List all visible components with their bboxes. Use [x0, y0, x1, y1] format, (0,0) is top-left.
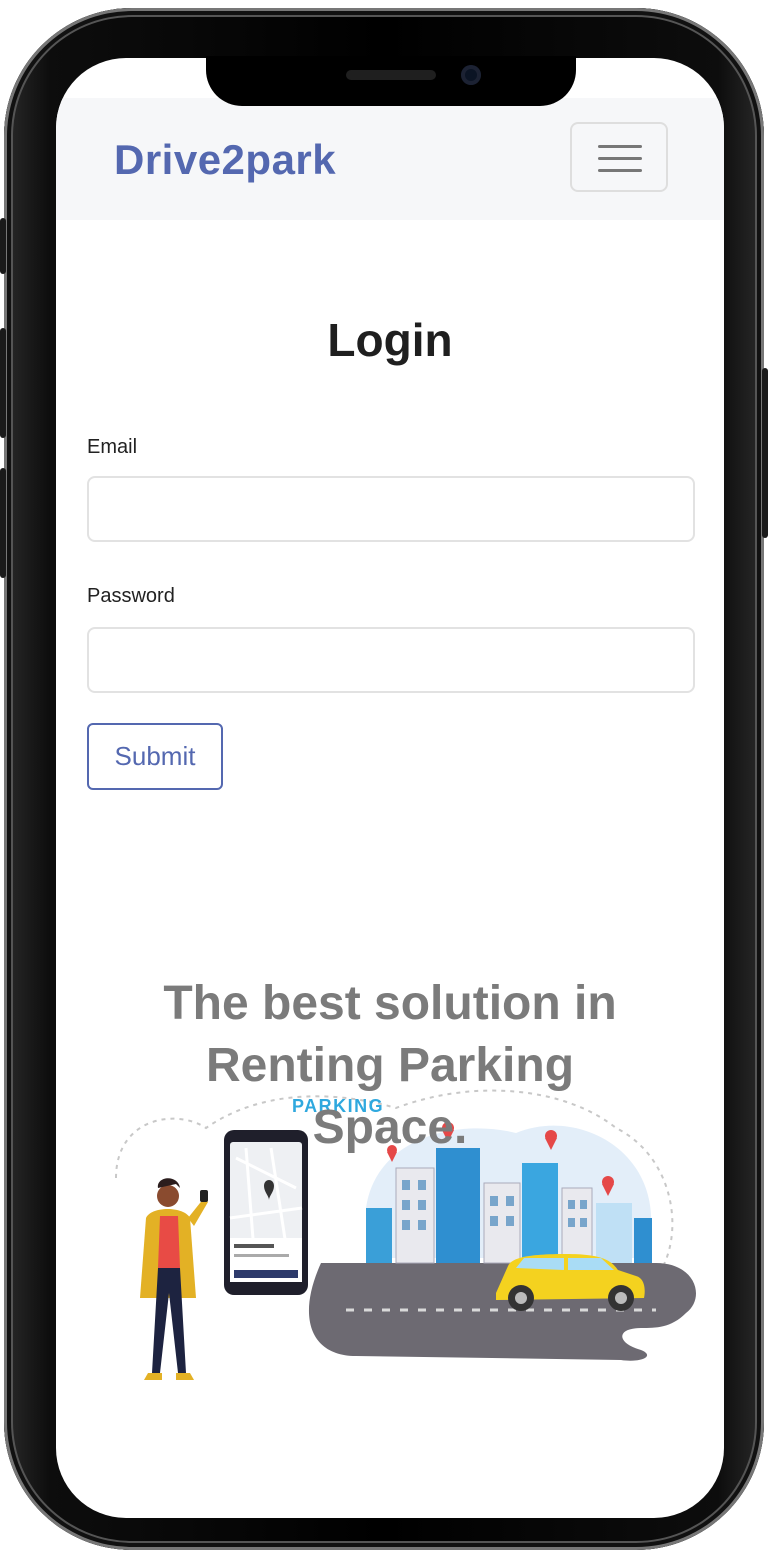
speaker-grille — [346, 70, 436, 80]
password-label: Password — [87, 585, 175, 607]
hamburger-line — [598, 157, 642, 160]
hamburger-line — [598, 169, 642, 172]
volume-up-button — [0, 328, 6, 438]
page-title: Login — [327, 314, 453, 366]
email-label: Email — [87, 436, 138, 458]
hero-tagline: The best solution in Renting Parking Spa… — [163, 977, 617, 1154]
phone-frame: Drive2park Login Email Password Submit P… — [0, 8, 768, 1550]
submit-button[interactable]: Submit — [87, 723, 223, 790]
password-field[interactable] — [87, 627, 695, 693]
navbar: Drive2park — [56, 98, 724, 220]
volume-down-button — [0, 468, 6, 578]
hamburger-menu-button[interactable] — [570, 122, 668, 192]
phone-notch — [206, 56, 576, 106]
power-button — [762, 368, 768, 538]
front-camera-icon — [461, 65, 481, 85]
phone-screen: Drive2park Login Email Password Submit P… — [56, 58, 724, 1518]
email-field[interactable] — [87, 476, 695, 542]
brand-logo[interactable]: Drive2park — [114, 136, 336, 184]
hamburger-menu-icon — [598, 145, 642, 148]
mute-switch — [0, 218, 6, 274]
